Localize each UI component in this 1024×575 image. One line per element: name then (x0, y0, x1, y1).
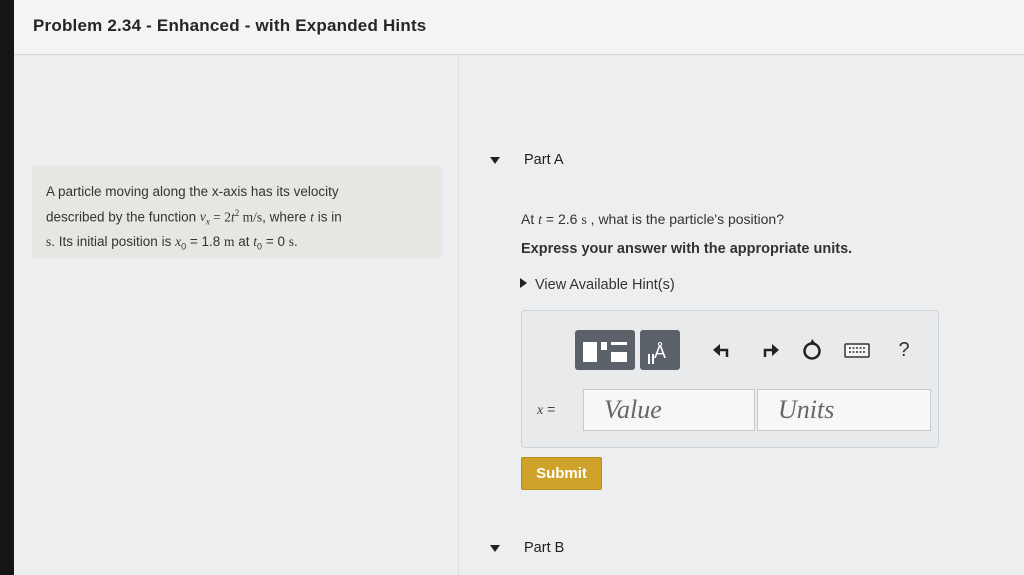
units-glyph: Å (653, 342, 666, 362)
problem-text-part: . Its initial position is (51, 234, 176, 250)
question-text: , what is the particle's position? (586, 211, 784, 227)
answer-eq: = (543, 401, 556, 417)
problem-text-part: , where (262, 209, 311, 224)
answer-box: Å ? x = Value Units (521, 310, 939, 448)
keyboard-glyph (844, 343, 870, 358)
answer-instruction: Express your answer with the appropriate… (521, 241, 853, 257)
left-edge-bar (0, 0, 14, 575)
redo-icon[interactable] (755, 337, 783, 363)
redo-glyph (763, 344, 779, 357)
units-icon[interactable]: Å (640, 330, 680, 370)
header: Problem 2.34 - Enhanced - with Expanded … (14, 0, 1024, 55)
units-input[interactable]: Units (757, 389, 931, 431)
question-time-value: = 2.6 (542, 211, 582, 227)
velocity-symbol: vx (200, 209, 210, 227)
units-bars (648, 354, 654, 364)
part-a-collapse-icon[interactable] (490, 157, 500, 164)
value-input[interactable]: Value (583, 389, 755, 431)
position-value: = 1.8 (186, 234, 224, 250)
part-b-collapse-icon[interactable] (490, 545, 500, 552)
time0-value: = 0 (262, 234, 289, 250)
column-divider (458, 55, 459, 575)
problem-text: A particle moving along the x-axis has i… (46, 182, 426, 257)
problem-text-part: at (234, 234, 254, 250)
hints-label: View Available Hint(s) (535, 277, 675, 293)
view-hints-link[interactable]: View Available Hint(s) (520, 277, 675, 293)
position-unit: m (224, 234, 235, 250)
page: Problem 2.34 - Enhanced - with Expanded … (14, 0, 1024, 575)
problem-text-part: . (293, 234, 298, 250)
template-icon[interactable] (575, 330, 635, 370)
velocity-unit: m/s (239, 209, 263, 224)
expand-arrow-icon (520, 278, 527, 288)
question-text: At (521, 211, 539, 227)
submit-button[interactable]: Submit (521, 457, 602, 490)
problem-text-part: is in (313, 209, 342, 224)
part-a-label[interactable]: Part A (524, 152, 564, 168)
page-title: Problem 2.34 - Enhanced - with Expanded … (33, 16, 427, 35)
equation-eq: = 2 (209, 209, 231, 224)
undo-icon[interactable] (709, 337, 737, 363)
reset-glyph (803, 339, 821, 360)
problem-line-1: A particle moving along the x-axis has i… (46, 184, 339, 199)
problem-statement: A particle moving along the x-axis has i… (32, 166, 442, 258)
reset-icon[interactable] (798, 337, 826, 363)
template-icon-glyph (583, 342, 627, 362)
problem-text-part: described by the function (46, 209, 200, 224)
part-a-question: At t = 2.6 s , what is the particle's po… (521, 211, 784, 229)
part-b-label[interactable]: Part B (524, 540, 564, 556)
help-icon[interactable]: ? (890, 337, 918, 363)
undo-glyph (713, 344, 729, 357)
answer-prefix: x = (537, 401, 555, 419)
keyboard-icon[interactable] (843, 337, 871, 363)
